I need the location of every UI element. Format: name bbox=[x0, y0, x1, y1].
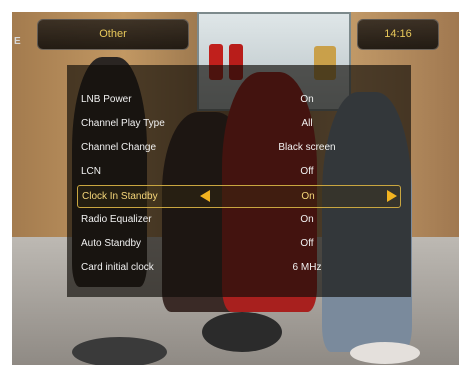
menu-item-card-initial-clock[interactable]: Card initial clock 6 MHz bbox=[77, 257, 399, 278]
clock-display: 14:16 bbox=[357, 19, 439, 50]
menu-item-value: All bbox=[301, 118, 313, 129]
menu-item-lcn[interactable]: LCN Off bbox=[77, 161, 399, 182]
menu-item-value: Off bbox=[300, 166, 314, 177]
menu-item-label: Auto Standby bbox=[81, 238, 142, 249]
menu-item-value: Black screen bbox=[278, 142, 336, 153]
cooking-pot bbox=[202, 312, 282, 352]
arrow-right-icon[interactable] bbox=[387, 190, 397, 202]
menu-item-channel-change[interactable]: Channel Change Black screen bbox=[77, 137, 399, 158]
arrow-left-icon[interactable] bbox=[200, 190, 210, 202]
menu-item-label: LCN bbox=[81, 166, 102, 177]
menu-item-lnb-power[interactable]: LNB Power On bbox=[77, 89, 399, 110]
menu-item-label: Channel Play Type bbox=[81, 118, 165, 129]
menu-item-value: Off bbox=[300, 238, 314, 249]
fruit-plate bbox=[350, 342, 420, 364]
menu-item-label: Channel Change bbox=[81, 142, 157, 153]
menu-item-value: On bbox=[300, 94, 314, 105]
menu-item-label: Card initial clock bbox=[81, 262, 154, 273]
menu-title: Other bbox=[37, 19, 189, 50]
menu-item-radio-equalizer[interactable]: Radio Equalizer On bbox=[77, 209, 399, 230]
serving-bowl bbox=[72, 337, 167, 365]
menu-item-value: 6 MHz bbox=[292, 262, 322, 273]
menu-item-value: On bbox=[301, 191, 315, 202]
menu-item-label: Radio Equalizer bbox=[81, 214, 152, 225]
menu-item-label: LNB Power bbox=[81, 94, 132, 105]
menu-item-value: On bbox=[300, 214, 314, 225]
menu-item-label: Clock In Standby bbox=[82, 191, 158, 202]
menu-item-auto-standby[interactable]: Auto Standby Off bbox=[77, 233, 399, 254]
menu-item-channel-play-type[interactable]: Channel Play Type All bbox=[77, 113, 399, 134]
settings-menu: LNB Power On Channel Play Type All Chann… bbox=[67, 65, 411, 297]
menu-item-clock-in-standby[interactable]: Clock In Standby On bbox=[77, 185, 401, 208]
